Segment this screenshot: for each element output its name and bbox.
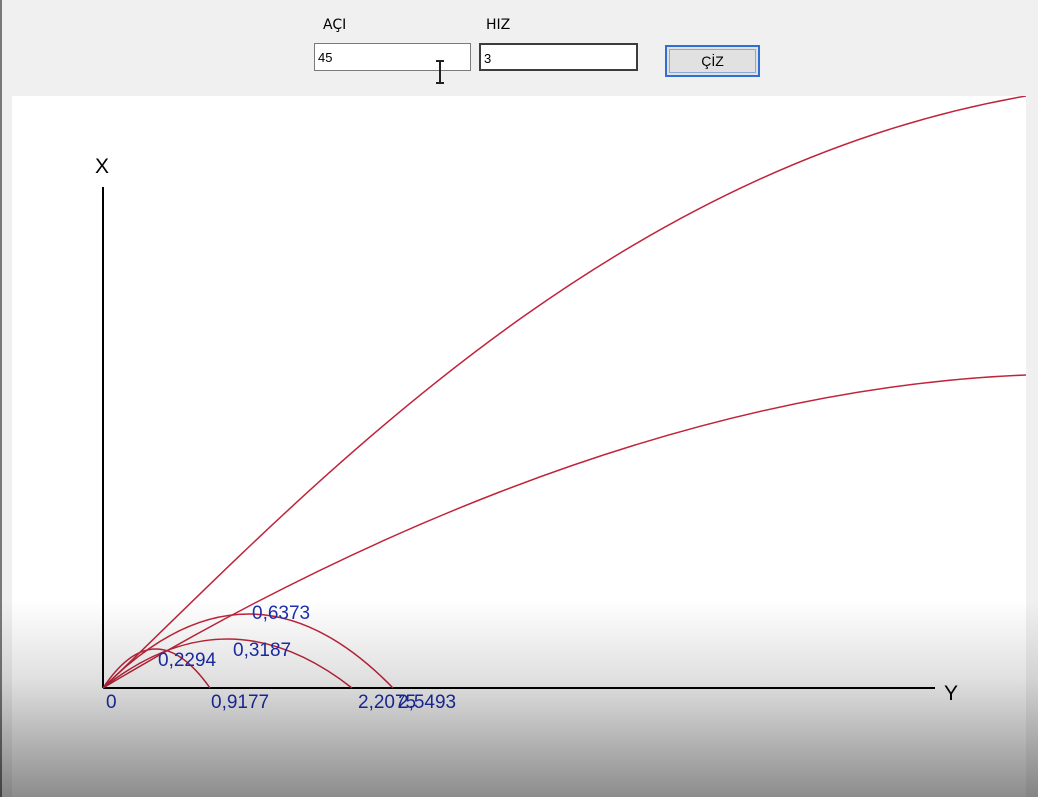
window-border (0, 0, 2, 797)
range-label-3: 2,5493 (398, 692, 456, 713)
drawing-canvas[interactable]: X Y 0 0,2294 0,9177 0,3187 2,2075 0,6373… (12, 95, 1027, 797)
text-cursor-icon (436, 60, 444, 84)
app-window: AÇI 45 HIZ 3 ÇİZ X Y 0 0,2294 0,9177 0,3 (0, 0, 1038, 797)
trajectory-arc-2 (102, 638, 353, 689)
speed-label: HIZ (486, 17, 511, 33)
peak-label-3: 0,6373 (252, 603, 310, 624)
draw-button[interactable]: ÇİZ (665, 45, 760, 77)
peak-label-1: 0,2294 (158, 650, 217, 671)
origin-label: 0 (106, 692, 117, 713)
trajectory-chart: X Y 0 0,2294 0,9177 0,3187 2,2075 0,6373… (95, 95, 1027, 713)
y-axis-title: X (95, 155, 109, 178)
peak-label-2: 0,3187 (233, 640, 291, 661)
trajectory-curve-long-1 (102, 95, 1027, 689)
draw-button-label: ÇİZ (701, 53, 724, 69)
range-label-1: 0,9177 (211, 692, 269, 713)
angle-label: AÇI (323, 17, 347, 33)
speed-input[interactable]: 3 (479, 43, 638, 71)
angle-input[interactable]: 45 (314, 43, 471, 71)
x-axis-title: Y (944, 682, 958, 705)
